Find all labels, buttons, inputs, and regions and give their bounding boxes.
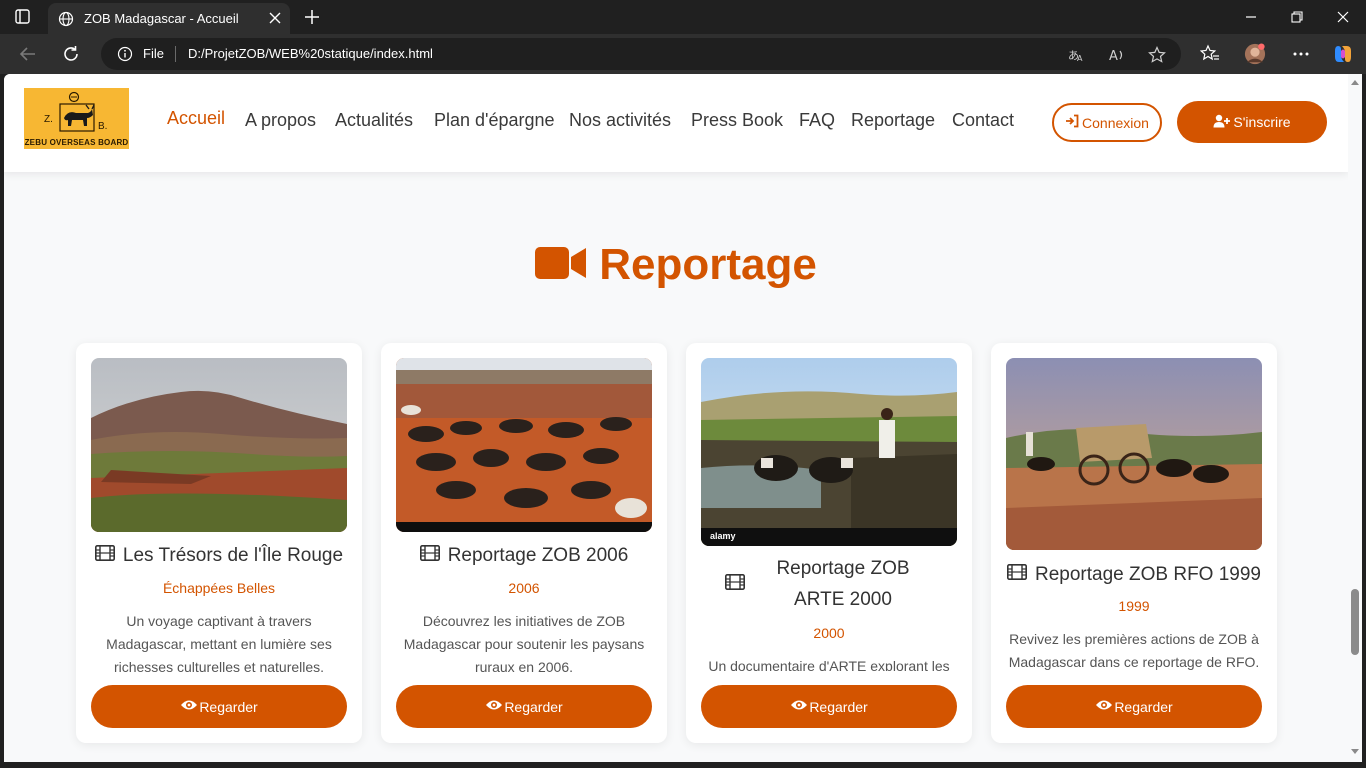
logo-caption: ZEBU OVERSEAS BOARD — [24, 138, 129, 147]
translate-icon[interactable]: あA — [1067, 46, 1085, 64]
favorite-star-icon[interactable] — [1148, 46, 1166, 64]
nav-actualites[interactable]: Actualités — [335, 110, 413, 131]
browser-tab-bar: ZOB Madagascar - Accueil — [0, 0, 1366, 34]
favorites-icon[interactable] — [1199, 43, 1221, 65]
user-plus-icon — [1213, 114, 1231, 131]
svg-text:A: A — [1109, 49, 1118, 64]
nav-nos-activites[interactable]: Nos activités — [569, 110, 671, 131]
eye-icon — [1095, 698, 1113, 715]
watch-button[interactable]: Regarder — [91, 685, 347, 728]
url-text[interactable]: D:/ProjetZOB/WEB%20statique/index.html — [188, 46, 433, 61]
reportage-card: alamy Reportage ZOB ARTE 2000 2000 Un do… — [686, 343, 972, 743]
card-title-text: Reportage ZOB ARTE 2000 — [776, 558, 910, 610]
svg-text:A: A — [1077, 54, 1083, 63]
more-options-icon[interactable] — [1290, 43, 1312, 65]
video-camera-icon — [535, 246, 587, 285]
watch-button[interactable]: Regarder — [396, 685, 652, 728]
signup-button[interactable]: S'inscrire — [1177, 101, 1327, 143]
new-tab-icon[interactable] — [304, 9, 320, 25]
card-subtitle: 2006 — [508, 580, 540, 596]
logo-letter-z: Z. — [44, 114, 53, 125]
globe-icon — [58, 11, 74, 27]
scroll-up-arrow-icon[interactable] — [1351, 80, 1359, 85]
logo-letter-b: B. — [98, 121, 108, 132]
film-icon — [1007, 559, 1027, 590]
restore-icon[interactable] — [1274, 0, 1320, 34]
card-title-text: Reportage ZOB RFO 1999 — [1035, 564, 1261, 585]
card-image — [1006, 358, 1262, 550]
vertical-scrollbar[interactable] — [1348, 74, 1362, 762]
reportage-card: Reportage ZOB RFO 1999 1999 Revivez les … — [991, 343, 1277, 743]
site-logo[interactable]: Z. B. ZEBU OVERSEAS BOARD — [24, 88, 129, 149]
eye-icon — [485, 698, 503, 715]
window-close-icon[interactable] — [1320, 0, 1366, 34]
card-image — [396, 358, 652, 532]
copilot-icon[interactable] — [1332, 43, 1354, 65]
image-watermark: alamy — [710, 531, 736, 541]
nav-accueil[interactable]: Accueil — [167, 108, 225, 129]
watch-button[interactable]: Regarder — [701, 685, 957, 728]
browser-tab[interactable]: ZOB Madagascar - Accueil — [48, 3, 290, 34]
card-subtitle: Échappées Belles — [162, 580, 276, 596]
eye-icon — [180, 698, 198, 715]
minimize-icon[interactable] — [1228, 0, 1274, 34]
card-image: alamy — [701, 358, 957, 546]
watch-label: Regarder — [809, 698, 868, 715]
card-title: Les Trésors de l'Île Rouge — [91, 540, 347, 571]
refresh-icon[interactable] — [60, 43, 82, 65]
sign-in-icon — [1065, 114, 1079, 131]
reportage-card: Les Trésors de l'Île Rouge Échappées Bel… — [76, 343, 362, 743]
omnibox-separator — [175, 46, 176, 62]
watch-button[interactable]: Regarder — [1006, 685, 1262, 728]
card-title: Reportage ZOB RFO 1999 — [1006, 559, 1262, 590]
watch-label: Regarder — [1114, 698, 1173, 715]
card-title-text: Reportage ZOB 2006 — [447, 545, 629, 566]
nav-faq[interactable]: FAQ — [799, 110, 835, 131]
card-description: Un documentaire d'ARTE explorant les — [708, 658, 950, 671]
address-bar[interactable]: File D:/ProjetZOB/WEB%20statique/index.h… — [101, 38, 1181, 70]
nav-reportage[interactable]: Reportage — [851, 110, 935, 131]
tab-title: ZOB Madagascar - Accueil — [84, 11, 239, 26]
site-header: Z. B. ZEBU OVERSEAS BOARD Accueil A prop… — [4, 74, 1348, 172]
watch-label: Regarder — [199, 698, 258, 715]
reportage-card: Reportage ZOB 2006 2006 Découvrez les in… — [381, 343, 667, 743]
watch-label: Regarder — [504, 698, 563, 715]
back-icon[interactable] — [17, 43, 39, 65]
info-icon[interactable] — [117, 46, 133, 62]
login-button[interactable]: Connexion — [1052, 103, 1162, 142]
nav-a-propos[interactable]: A propos — [245, 110, 316, 131]
nav-plan-epargne[interactable]: Plan d'épargne — [434, 110, 555, 131]
section-title-text: Reportage — [599, 240, 817, 289]
scroll-down-arrow-icon[interactable] — [1351, 749, 1359, 754]
card-image — [91, 358, 347, 532]
eye-icon — [790, 698, 808, 715]
profile-avatar[interactable] — [1244, 43, 1266, 65]
film-icon — [725, 569, 745, 600]
card-description: Découvrez les initiatives de ZOB Madagas… — [403, 613, 645, 672]
file-label: File — [143, 46, 164, 61]
scrollbar-thumb[interactable] — [1351, 589, 1359, 655]
card-description: Revivez les premières actions de ZOB à M… — [1008, 631, 1260, 670]
nav-contact[interactable]: Contact — [952, 110, 1014, 131]
section-title: Reportage — [4, 240, 1348, 290]
card-title: Reportage ZOB 2006 — [396, 540, 652, 571]
login-label: Connexion — [1082, 114, 1149, 131]
nav-press-book[interactable]: Press Book — [691, 110, 783, 131]
card-subtitle: 1999 — [1118, 598, 1150, 614]
signup-label: S'inscrire — [1233, 114, 1291, 130]
card-subtitle: 2000 — [813, 625, 845, 641]
card-title-text: Les Trésors de l'Île Rouge — [122, 545, 344, 566]
card-description: Un voyage captivant à travers Madagascar… — [106, 613, 332, 672]
film-icon — [419, 540, 440, 571]
read-aloud-icon[interactable]: A — [1108, 46, 1126, 64]
tab-actions-icon[interactable] — [12, 7, 34, 27]
browser-toolbar: File D:/ProjetZOB/WEB%20statique/index.h… — [0, 34, 1366, 74]
close-icon[interactable] — [268, 11, 282, 25]
film-icon — [94, 540, 115, 571]
page-viewport: Z. B. ZEBU OVERSEAS BOARD Accueil A prop… — [4, 74, 1348, 762]
card-title: Reportage ZOB ARTE 2000 — [701, 553, 957, 615]
